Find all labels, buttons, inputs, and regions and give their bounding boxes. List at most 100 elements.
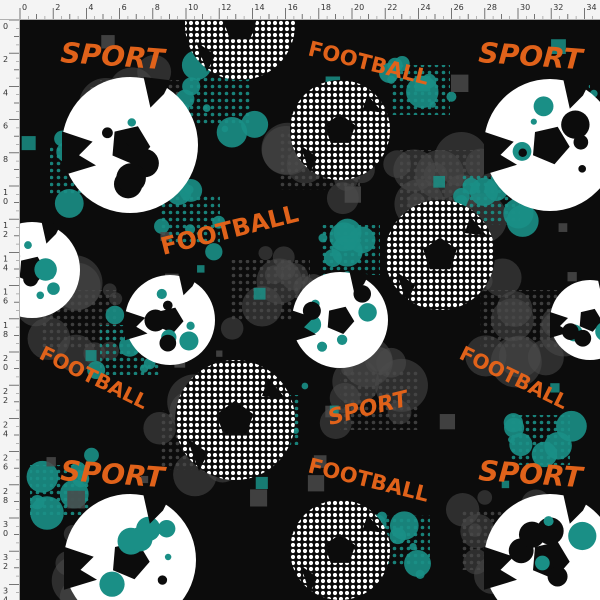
ruler-label: 30 <box>520 3 530 12</box>
ball-splatter <box>34 258 57 281</box>
ruler-label: 2 <box>3 387 8 396</box>
halftone-soccer-ball <box>290 500 390 600</box>
solid-soccer-ball <box>484 494 600 600</box>
halftone-soccer-ball <box>290 80 390 180</box>
ruler-label: 2 <box>3 562 8 571</box>
solid-soccer-ball <box>292 272 388 368</box>
ruler-label: 28 <box>487 3 497 12</box>
ball-splatter <box>164 553 172 561</box>
square-fleck <box>433 175 446 188</box>
ball-splatter <box>102 127 113 139</box>
ball-splatter <box>186 321 195 330</box>
ball-splatter <box>518 521 546 548</box>
vertical-ruler: 0246810121416182022242628303234 <box>0 20 20 600</box>
football-word: FOOTBALL <box>306 37 432 90</box>
ruler-label: 2 <box>3 55 8 64</box>
ruler-label: 1 <box>3 221 8 230</box>
pattern-tile: SPORT FOOTBALL FOOTBALL SPORT FOOTBALL S… <box>20 20 600 600</box>
ruler-label: 26 <box>454 3 464 12</box>
ruler-label: 4 <box>3 88 8 97</box>
ball-splatter <box>533 96 554 117</box>
ruler-label: 14 <box>254 3 264 12</box>
square-fleck <box>197 265 205 273</box>
ruler-label: 8 <box>155 3 160 12</box>
square-fleck <box>46 457 56 467</box>
ball-splatter <box>578 165 586 173</box>
ruler-label: 12 <box>221 3 231 12</box>
halftone-soccer-ball <box>175 360 295 480</box>
square-fleck <box>567 272 577 282</box>
ball-splatter <box>117 142 130 155</box>
square-fleck <box>451 74 469 93</box>
sport-word: SPORT <box>60 36 168 76</box>
ruler-label: 4 <box>88 3 93 12</box>
teal-splatter <box>415 569 425 579</box>
solid-soccer-ball <box>62 77 198 213</box>
square-fleck <box>85 350 97 362</box>
square-fleck <box>216 350 223 357</box>
ruler-label: 20 <box>354 3 364 12</box>
ball-splatter <box>159 334 177 352</box>
ball-splatter <box>317 341 328 352</box>
ball-splatter <box>162 300 173 311</box>
ruler-label: 1 <box>3 288 8 297</box>
ball-splatter <box>24 241 32 249</box>
sport-word: SPORT <box>478 36 586 76</box>
ball-splatter <box>518 148 527 158</box>
square-fleck <box>67 490 85 509</box>
ruler-label: 22 <box>387 3 397 12</box>
ball-splatter <box>543 516 554 527</box>
gray-splatter <box>258 246 273 261</box>
ruler-label: 6 <box>3 122 8 131</box>
teal-splatter <box>301 382 309 390</box>
ball-splatter <box>179 331 199 351</box>
ruler-label: 0 <box>3 22 8 31</box>
ruler-label: 8 <box>3 155 8 164</box>
ball-splatter <box>36 291 45 300</box>
ball-splatter <box>547 566 568 587</box>
square-fleck <box>253 287 266 300</box>
sport-word: SPORT <box>478 454 586 494</box>
ruler-label: 4 <box>3 263 8 272</box>
ruler-label: 1 <box>3 321 8 330</box>
gray-splatter <box>477 490 493 505</box>
ruler-label: 2 <box>3 230 8 239</box>
gray-splatter <box>220 317 244 340</box>
ruler-label: 8 <box>3 330 8 339</box>
teal-splatter <box>105 305 125 325</box>
ruler-label: 32 <box>553 3 563 12</box>
ruler-label: 6 <box>3 463 8 472</box>
ball-splatter <box>568 521 597 551</box>
square-fleck <box>558 223 568 232</box>
ruler-label: 3 <box>3 586 8 595</box>
ruler-label: 1 <box>3 188 8 197</box>
fabric-pattern-canvas: SPORT FOOTBALL FOOTBALL SPORT FOOTBALL S… <box>20 20 600 600</box>
ruler-label: 0 <box>3 529 8 538</box>
ruler-label: 8 <box>3 496 8 505</box>
ruler-label: 18 <box>321 3 331 12</box>
ball-splatter <box>336 334 348 345</box>
ruler-label: 2 <box>3 487 8 496</box>
ball-splatter <box>561 110 590 139</box>
ball-splatter <box>157 575 168 585</box>
ruler-label: 6 <box>122 3 127 12</box>
solid-soccer-ball <box>125 275 215 365</box>
ball-splatter <box>144 309 167 332</box>
square-fleck <box>21 136 36 151</box>
ruler-label: 10 <box>188 3 198 12</box>
teal-halftone-patch <box>320 225 380 275</box>
square-fleck <box>250 489 268 507</box>
ball-splatter <box>157 519 176 538</box>
ruler-label: 1 <box>3 254 8 263</box>
ruler-label: 16 <box>288 3 298 12</box>
ruler-label: 2 <box>3 396 8 405</box>
ball-splatter <box>358 303 377 322</box>
halftone-soccer-ball <box>385 200 495 310</box>
square-fleck <box>344 186 361 203</box>
ball-splatter <box>127 118 136 127</box>
ruler-label: 24 <box>420 3 430 12</box>
square-fleck <box>255 476 268 490</box>
ball-splatter <box>116 163 146 193</box>
ball-splatter <box>156 288 167 300</box>
ball-splatter <box>530 118 537 125</box>
